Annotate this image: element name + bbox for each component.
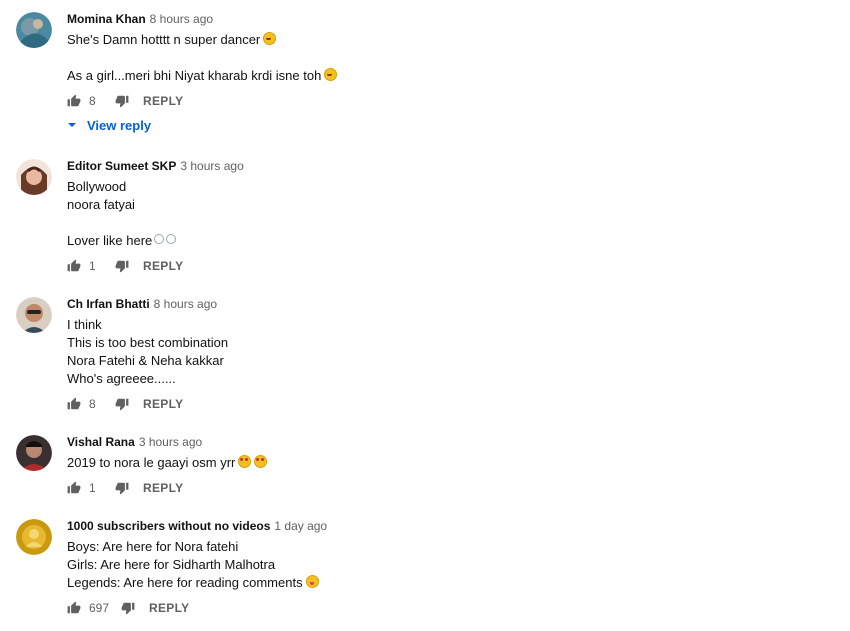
author-name[interactable]: Momina Khan xyxy=(67,12,146,26)
speech-bubble-icon xyxy=(166,234,177,244)
thumbs-down-icon[interactable] xyxy=(115,94,129,108)
thumbs-up-icon[interactable] xyxy=(67,397,81,411)
thumbs-up-icon[interactable] xyxy=(67,259,81,273)
thumbs-up-icon[interactable] xyxy=(67,94,81,108)
comment-header: Vishal Rana 3 hours ago xyxy=(67,435,807,450)
like-count: 8 xyxy=(89,397,96,411)
comment-line: Legends: Are here for reading comments xyxy=(67,574,807,592)
comment-line: I think xyxy=(67,317,102,332)
comment-actions: 697 REPLY xyxy=(67,600,807,616)
thumbs-down-icon[interactable] xyxy=(115,397,129,411)
comment-text: Bollywood noora fatyai Lover like here xyxy=(67,178,807,250)
comment-line: 2019 to nora le gaayi osm yrr xyxy=(67,454,807,472)
avatar[interactable] xyxy=(16,159,52,195)
comment-line-text: Lover like here xyxy=(67,233,153,248)
avatar[interactable] xyxy=(16,519,52,555)
comment-time[interactable]: 8 hours ago xyxy=(150,12,213,26)
comment-line: She's Damn hotttt n super dancer xyxy=(67,31,807,49)
heart-eyes-emoji-icon xyxy=(238,455,252,468)
thumbs-down-icon[interactable] xyxy=(115,259,129,273)
comment-line: Nora Fatehi & Neha kakkar xyxy=(67,353,224,368)
like-count: 1 xyxy=(89,481,96,495)
avatar[interactable] xyxy=(16,297,52,333)
comment-actions: 1 REPLY xyxy=(67,480,807,496)
view-reply-label: View reply xyxy=(87,117,152,133)
comment-line: Bollywood xyxy=(67,179,127,194)
thumbs-down-icon[interactable] xyxy=(121,601,135,615)
thumbs-up-icon[interactable] xyxy=(67,601,81,615)
comment-line-text: She's Damn hotttt n super dancer xyxy=(67,32,261,47)
author-name[interactable]: Vishal Rana xyxy=(67,435,135,449)
author-name[interactable]: 1000 subscribers without no videos xyxy=(67,519,270,533)
comment-header: Ch Irfan Bhatti 8 hours ago xyxy=(67,297,807,312)
comment-line: Boys: Are here for Nora fatehi xyxy=(67,539,239,554)
reply-button[interactable]: REPLY xyxy=(149,601,189,615)
avatar[interactable] xyxy=(16,435,52,471)
comment-time[interactable]: 1 day ago xyxy=(274,519,327,533)
comment-text: I think This is too best combination Nor… xyxy=(67,316,807,388)
author-name[interactable]: Ch Irfan Bhatti xyxy=(67,297,150,311)
tongue-emoji-icon xyxy=(305,575,319,588)
view-reply-button[interactable]: View reply xyxy=(67,117,807,133)
like-count: 697 xyxy=(89,601,110,615)
comment-text: Boys: Are here for Nora fatehi Girls: Ar… xyxy=(67,538,807,592)
comment-text: She's Damn hotttt n super dancer As a gi… xyxy=(67,31,807,85)
comment-line: Girls: Are here for Sidharth Malhotra xyxy=(67,557,276,572)
comment-header: Editor Sumeet SKP 3 hours ago xyxy=(67,159,807,174)
comment-line: As a girl...meri bhi Niyat kharab krdi i… xyxy=(67,67,807,85)
thumbs-up-icon[interactable] xyxy=(67,481,81,495)
reply-button[interactable]: REPLY xyxy=(143,397,183,411)
comment-actions: 1 REPLY xyxy=(67,258,807,274)
comment-time[interactable]: 8 hours ago xyxy=(154,297,217,311)
caret-down-icon xyxy=(68,123,76,127)
like-count: 1 xyxy=(89,259,96,273)
grinning-emoji-icon xyxy=(324,68,338,81)
comment-line-text: 2019 to nora le gaayi osm yrr xyxy=(67,455,236,470)
comment-line xyxy=(67,214,807,232)
heart-eyes-emoji-icon xyxy=(254,455,268,468)
comment-time[interactable]: 3 hours ago xyxy=(180,159,243,173)
comment-time[interactable]: 3 hours ago xyxy=(139,435,202,449)
comment-line: Lover like here xyxy=(67,232,807,250)
comment-header: Momina Khan 8 hours ago xyxy=(67,12,807,27)
like-count: 8 xyxy=(89,94,96,108)
comment-text: 2019 to nora le gaayi osm yrr xyxy=(67,454,807,472)
avatar[interactable] xyxy=(16,12,52,48)
comments-thread: Momina Khan 8 hours ago She's Damn hotttt… xyxy=(0,0,850,631)
comment-header: 1000 subscribers without no videos 1 day … xyxy=(67,519,807,534)
author-name[interactable]: Editor Sumeet SKP xyxy=(67,159,176,173)
reply-button[interactable]: REPLY xyxy=(143,259,183,273)
comment-line-text: As a girl...meri bhi Niyat kharab krdi i… xyxy=(67,68,322,83)
reply-button[interactable]: REPLY xyxy=(143,94,183,108)
speech-bubble-icon xyxy=(154,234,165,244)
comment-line: This is too best combination xyxy=(67,335,229,350)
thumbs-down-icon[interactable] xyxy=(115,481,129,495)
comment-line: noora fatyai xyxy=(67,197,135,212)
comment-line xyxy=(67,49,807,67)
comment-actions: 8 REPLY xyxy=(67,93,807,109)
reply-button[interactable]: REPLY xyxy=(143,481,183,495)
comment-line: Who's agreeee...... xyxy=(67,371,176,386)
comment-line-text: Legends: Are here for reading comments xyxy=(67,575,303,590)
comment-actions: 8 REPLY xyxy=(67,396,807,412)
smiling-emoji-icon xyxy=(263,32,277,45)
